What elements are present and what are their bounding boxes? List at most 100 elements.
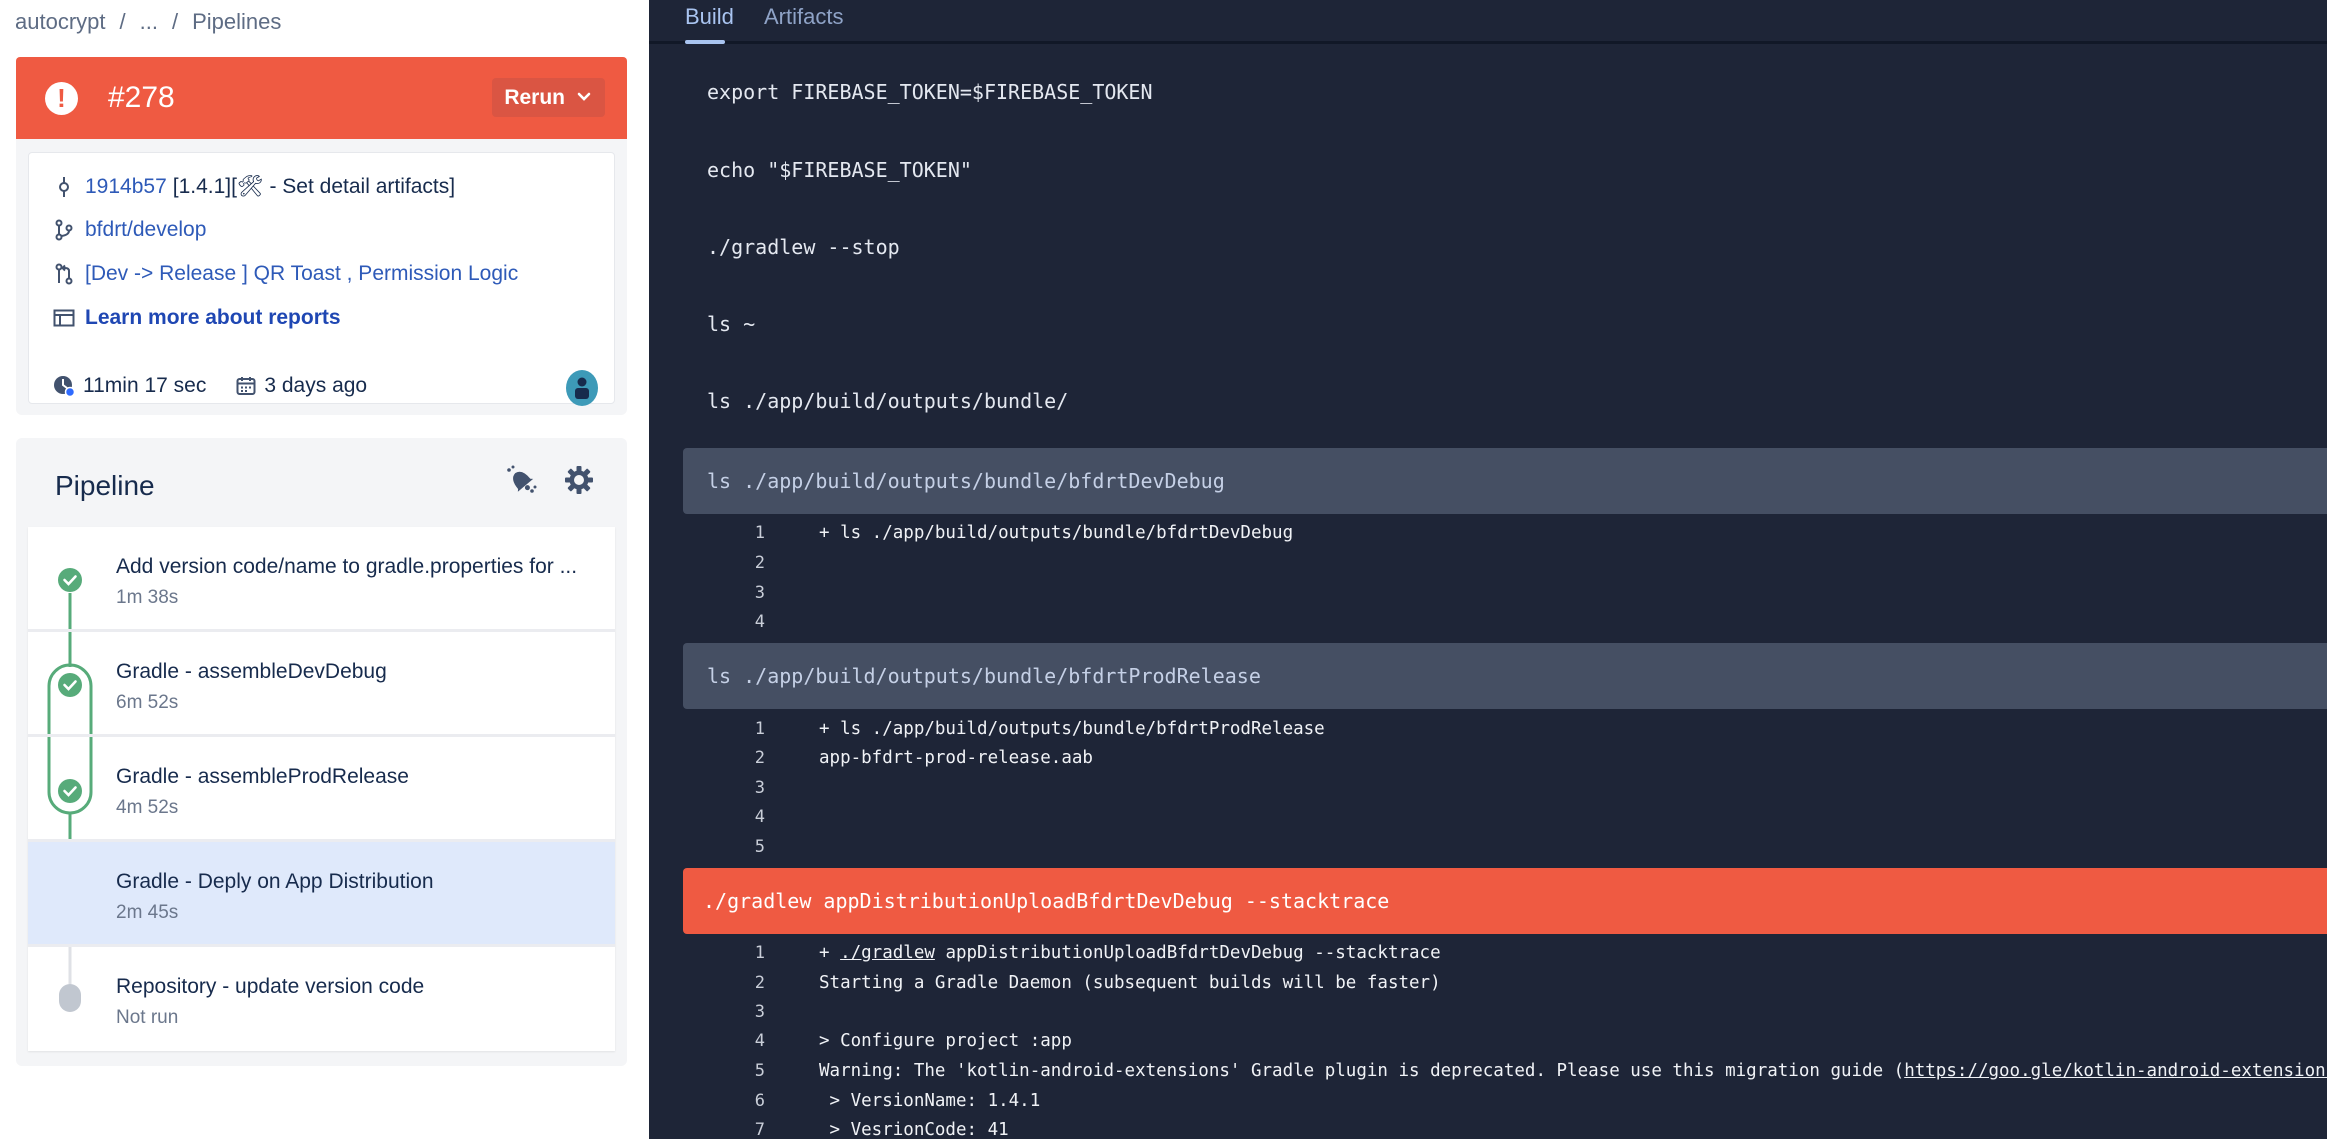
line-text: Warning: The 'kotlin-android-extensions'…: [819, 1061, 2327, 1081]
step-duration: 6m 52s: [116, 692, 179, 713]
run-summary-wrapper: 1914b57 [1.4.1][🛠 - Set detail artifacts…: [16, 139, 627, 415]
line-text: > VersionName: 1.4.1: [819, 1091, 1041, 1111]
line-number: 4: [754, 612, 765, 632]
log-line: 4 > Configure project :app: [649, 1026, 1072, 1056]
log-line: 3: [649, 773, 819, 803]
breadcrumb: autocrypt / ... / Pipelines: [15, 9, 281, 35]
active-tab-indicator: [685, 40, 725, 44]
run-summary-card: 1914b57 [1.4.1][🛠 - Set detail artifacts…: [28, 152, 615, 406]
log-tabs: Build Artifacts: [649, 0, 2327, 44]
line-text: app-bfdrt-prod-release.aab: [819, 748, 1093, 768]
left-panel: autocrypt / ... / Pipelines ! #278 Rerun…: [0, 0, 649, 1139]
chevron-down-icon: [577, 92, 591, 101]
step-name: Add version code/name to gradle.properti…: [116, 555, 578, 578]
commit-message: [1.4.1][🛠 - Set detail artifacts]: [172, 175, 456, 198]
pipeline-step[interactable]: Gradle - assembleDevDebug 6m 52s: [28, 632, 615, 737]
line-number: 5: [754, 837, 765, 857]
line-number: 1: [754, 719, 765, 739]
log-command-failed[interactable]: ./gradlew appDistributionUploadBfdrtDevD…: [683, 868, 2327, 934]
reports-row: Learn more about reports: [53, 306, 341, 330]
settings-button[interactable]: [561, 462, 597, 498]
commit-hash-link[interactable]: 1914b57: [85, 175, 167, 199]
bell-ringing-icon: [507, 465, 537, 493]
reports-icon: [53, 309, 75, 327]
pipeline-step[interactable]: Repository - update version code Not run: [28, 947, 615, 1051]
step-duration: Not run: [116, 1007, 179, 1028]
log-command[interactable]: export FIREBASE_TOKEN=$FIREBASE_TOKEN: [707, 80, 1153, 104]
log-command[interactable]: ./gradlew --stop: [707, 235, 900, 259]
log-line: 2 app-bfdrt-prod-release.aab: [649, 743, 1093, 773]
line-number: 5: [754, 1061, 765, 1081]
pipeline-step[interactable]: Add version code/name to gradle.properti…: [28, 527, 615, 632]
log-line: 3: [649, 578, 819, 608]
line-number: 1: [754, 943, 765, 963]
error-status-icon: !: [45, 81, 78, 115]
command-text: ls ./app/build/outputs/bundle/bfdrtDevDe…: [707, 469, 1225, 493]
line-number: 2: [754, 973, 765, 993]
tab-artifacts[interactable]: Artifacts: [764, 4, 843, 30]
step-name: Gradle - Deply on App Distribution: [116, 870, 434, 893]
log-command[interactable]: ls ~: [707, 312, 755, 336]
pipeline-step[interactable]: Gradle - assembleProdRelease 4m 52s: [28, 737, 615, 842]
line-text: > Configure project :app: [819, 1031, 1072, 1051]
log-command[interactable]: echo "$FIREBASE_TOKEN": [707, 158, 972, 182]
branch-link[interactable]: bfdrt/develop: [85, 218, 206, 242]
pipeline-card: Pipeline Add version code/name to gradle…: [16, 438, 627, 1066]
log-command[interactable]: ls ./app/build/outputs/bundle/: [707, 389, 1068, 413]
duration: 11min 17 sec: [53, 374, 206, 398]
notifications-button[interactable]: [503, 462, 539, 498]
pipeline-actions: [503, 462, 597, 498]
branch-icon: [53, 219, 75, 241]
log-line: 6 > VersionName: 1.4.1: [649, 1086, 1041, 1116]
breadcrumb-pipelines[interactable]: Pipelines: [192, 9, 281, 35]
calendar-icon: [236, 377, 256, 395]
breadcrumb-workspace[interactable]: autocrypt: [15, 9, 106, 35]
started-value: 3 days ago: [264, 374, 368, 397]
started-time: 3 days ago: [236, 374, 367, 398]
learn-more-reports-link[interactable]: Learn more about reports: [85, 306, 341, 330]
command-text: ./gradlew appDistributionUploadBfdrtDevD…: [703, 889, 1390, 913]
log-command-expanded[interactable]: ls ./app/build/outputs/bundle/bfdrtProdR…: [683, 643, 2327, 709]
line-text: Starting a Gradle Daemon (subsequent bui…: [819, 973, 1441, 993]
log-command-expanded[interactable]: ls ./app/build/outputs/bundle/bfdrtDevDe…: [683, 448, 2327, 514]
line-text: > VesrionCode: 41: [819, 1120, 1009, 1139]
line-number: 1: [754, 523, 765, 543]
step-name: Gradle - assembleDevDebug: [116, 660, 387, 683]
duration-value: 11min 17 sec: [83, 374, 207, 397]
rerun-label: Rerun: [504, 85, 565, 109]
pipeline-title: Pipeline: [55, 470, 155, 501]
log-line: 1 + ./gradlew appDistributionUploadBfdrtD…: [649, 938, 1441, 968]
pull-request-icon: [53, 263, 75, 285]
line-number: 2: [754, 748, 765, 768]
log-line: 2: [649, 548, 819, 578]
line-number: 4: [754, 1031, 765, 1051]
step-duration: 4m 52s: [116, 797, 179, 818]
breadcrumb-separator: /: [119, 9, 126, 34]
log-line: 4: [649, 802, 819, 832]
log-line: 4: [649, 607, 819, 637]
rerun-button[interactable]: Rerun: [492, 78, 605, 117]
breadcrumb-separator: /: [171, 9, 179, 34]
tab-build[interactable]: Build: [685, 4, 734, 30]
log-line: 3: [649, 997, 819, 1027]
log-line: 7 > VesrionCode: 41: [649, 1115, 1009, 1139]
user-avatar[interactable]: [566, 370, 598, 406]
log-line: 5: [649, 832, 819, 862]
breadcrumb-ellipsis[interactable]: ...: [140, 9, 158, 35]
log-line: 5 Warning: The 'kotlin-android-extensions…: [649, 1056, 2327, 1086]
gradlew-link[interactable]: ./gradlew: [840, 943, 935, 963]
pipeline-step-selected[interactable]: Gradle - Deply on App Distribution 2m 45…: [28, 842, 615, 947]
run-meta-row: 11min 17 sec 3 days ago: [53, 374, 397, 398]
migration-guide-link[interactable]: https://goo.gle/kotlin-android-extension…: [1904, 1061, 2327, 1081]
clock-icon: [54, 376, 75, 397]
line-number: 2: [754, 553, 765, 573]
pull-request-link[interactable]: [Dev -> Release ] QR Toast , Permission …: [85, 262, 518, 286]
step-name: Repository - update version code: [116, 975, 425, 998]
line-number: 6: [754, 1091, 765, 1111]
line-text: + ./gradlew appDistributionUploadBfdrtDe…: [819, 943, 1441, 963]
line-number: 3: [754, 583, 765, 603]
build-log-panel: Build Artifacts export FIREBASE_TOKEN=$F…: [649, 0, 2327, 1139]
command-text: ls ./app/build/outputs/bundle/bfdrtProdR…: [707, 664, 1261, 688]
line-number: 7: [754, 1120, 765, 1139]
log-line: 2 Starting a Gradle Daemon (subsequent bu…: [649, 968, 1441, 998]
